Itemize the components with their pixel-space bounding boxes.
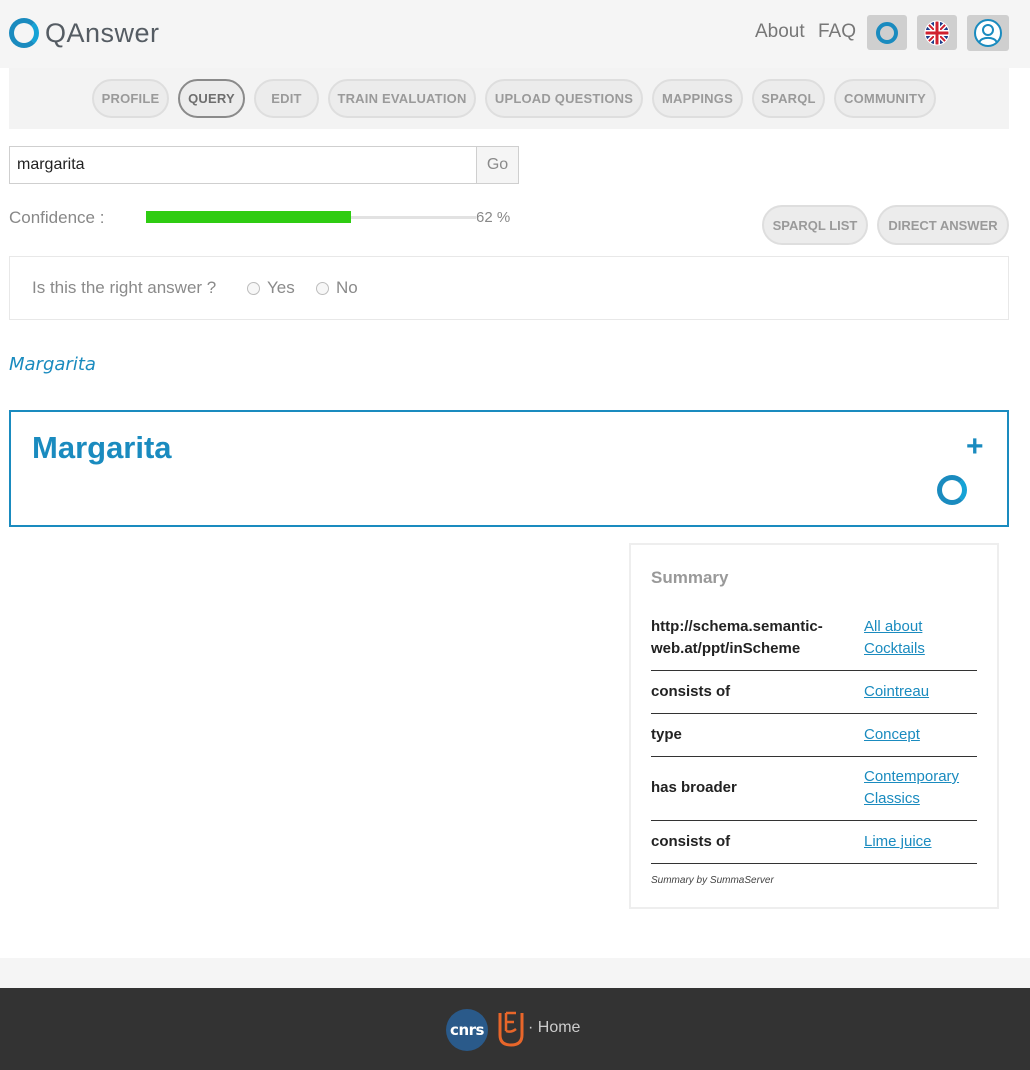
footer: cnrs · Home [0, 988, 1030, 1070]
qanswer-logo[interactable]: QAnswer [9, 17, 160, 49]
page: QAnswer About FAQ PROFILE QUERY EDIT TRA… [0, 0, 1030, 1070]
feedback-no-radio[interactable] [316, 282, 329, 295]
tab-query[interactable]: QUERY [178, 79, 245, 118]
summary-value-link[interactable]: Concept [864, 724, 979, 746]
confidence-label: Confidence : [9, 208, 105, 227]
summary-key: http://schema.semantic-web.at/ppt/inSche… [651, 618, 823, 657]
footer-strip [0, 958, 1030, 988]
summary-panel: Summary http://schema.semantic-web.at/pp… [629, 543, 999, 909]
feedback-no-label[interactable]: No [336, 278, 358, 298]
tab-sparql[interactable]: SPARQL [752, 79, 825, 118]
answer-link[interactable]: Margarita [9, 354, 96, 375]
expand-button[interactable]: + [966, 432, 984, 462]
summary-key: has broader [651, 779, 737, 796]
top-header: QAnswer About FAQ [0, 0, 1030, 68]
qanswer-home-button[interactable] [867, 15, 907, 50]
tab-profile[interactable]: PROFILE [92, 79, 169, 118]
summary-row: http://schema.semantic-web.at/ppt/inSche… [651, 614, 977, 671]
summary-key: consists of [651, 833, 731, 850]
feedback-question: Is this the right answer ? [32, 278, 217, 297]
summary-row: has broader Contemporary Classics [651, 757, 977, 821]
summary-row: type Concept [651, 714, 977, 757]
cnrs-logo[interactable]: cnrs [446, 1009, 488, 1051]
summary-title: Summary [651, 568, 729, 587]
user-account-button[interactable] [967, 15, 1009, 51]
language-button[interactable] [917, 15, 957, 50]
tab-edit[interactable]: EDIT [254, 79, 319, 118]
summary-row: consists of Lime juice [651, 821, 977, 864]
summary-value-link[interactable]: Lime juice [864, 831, 979, 853]
confidence-bar [146, 211, 351, 223]
answer-card: Margarita + [9, 410, 1009, 527]
sparql-list-button[interactable]: SPARQL LIST [762, 205, 868, 245]
main-tab-bar: PROFILE QUERY EDIT TRAIN EVALUATION UPLO… [9, 68, 1009, 129]
feedback-yes-radio[interactable] [247, 282, 260, 295]
uk-flag-icon [924, 20, 950, 45]
user-icon [974, 19, 1002, 47]
logo-text: QAnswer [45, 17, 160, 48]
tab-train-evaluation[interactable]: TRAIN EVALUATION [328, 79, 476, 118]
summary-key: type [651, 726, 682, 743]
qanswer-ring-icon [876, 21, 898, 44]
ujm-logo-icon[interactable] [498, 1011, 524, 1047]
footer-home-link[interactable]: · Home [528, 1019, 580, 1037]
confidence-value: 62 % [476, 209, 511, 226]
qanswer-ring-icon [9, 18, 39, 48]
go-button[interactable]: Go [476, 146, 519, 184]
summary-value-link[interactable]: Contemporary Classics [864, 766, 979, 810]
nav-faq-link[interactable]: FAQ [818, 21, 856, 43]
summary-row: consists of Cointreau [651, 671, 977, 714]
tab-upload-questions[interactable]: UPLOAD QUESTIONS [485, 79, 643, 118]
loading-ring-icon [937, 475, 967, 505]
summary-value-link[interactable]: Cointreau [864, 681, 979, 703]
summary-key: consists of [651, 683, 731, 700]
tab-community[interactable]: COMMUNITY [834, 79, 936, 118]
feedback-yes-label[interactable]: Yes [267, 278, 295, 298]
feedback-panel: Is this the right answer ? Yes No [9, 256, 1009, 320]
search-input[interactable] [9, 146, 477, 184]
answer-title: Margarita [32, 430, 172, 465]
summary-value-link[interactable]: All about Cocktails [864, 616, 979, 660]
direct-answer-button[interactable]: DIRECT ANSWER [877, 205, 1009, 245]
tab-mappings[interactable]: MAPPINGS [652, 79, 743, 118]
nav-about-link[interactable]: About [755, 21, 805, 43]
summary-credit: Summary by SummaServer [651, 875, 774, 886]
